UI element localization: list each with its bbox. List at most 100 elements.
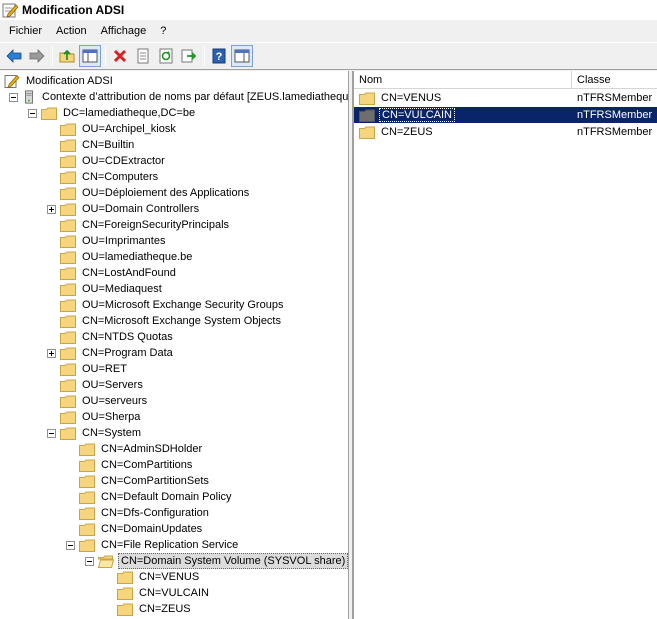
column-header-name[interactable]: Nom bbox=[354, 71, 572, 89]
tree-item[interactable]: OU=Domain Controllers bbox=[47, 201, 201, 217]
tree-item-domain[interactable]: DC=lamediatheque,DC=be bbox=[28, 105, 197, 121]
collapse-toggle[interactable] bbox=[28, 108, 37, 118]
folder-icon bbox=[79, 459, 95, 472]
tree-item[interactable]: OU=Sherpa bbox=[47, 409, 142, 425]
tree-item-label: CN=ZEUS bbox=[139, 603, 191, 615]
tree-item[interactable]: CN=NTDS Quotas bbox=[47, 329, 175, 345]
tree-item-label: OU=Sherpa bbox=[82, 411, 141, 423]
tree-item[interactable]: CN=Builtin bbox=[47, 137, 136, 153]
tree-item[interactable]: CN=Dfs-Configuration bbox=[79, 505, 211, 521]
forward-icon bbox=[29, 49, 45, 63]
tree-item[interactable]: CN=Computers bbox=[47, 169, 160, 185]
tree-item[interactable]: CN=ComPartitionSets bbox=[79, 473, 211, 489]
menu-fichier[interactable]: Fichier bbox=[2, 20, 49, 42]
folder-icon bbox=[41, 107, 57, 120]
tree-item[interactable]: CN=ComPartitions bbox=[79, 457, 194, 473]
folder-icon bbox=[60, 219, 76, 232]
tree-item[interactable]: OU=Mediaquest bbox=[47, 281, 164, 297]
tree-item[interactable]: OU=RET bbox=[47, 361, 129, 377]
collapse-toggle[interactable] bbox=[85, 556, 94, 566]
list-item-class: nTFRSMember bbox=[577, 92, 653, 104]
tree-item[interactable]: OU=lamediatheque.be bbox=[47, 249, 194, 265]
list-item-class: nTFRSMember bbox=[577, 109, 653, 121]
tree-item-frs[interactable]: CN=File Replication Service bbox=[66, 537, 240, 553]
collapse-toggle[interactable] bbox=[9, 92, 18, 102]
folder-icon bbox=[79, 491, 95, 504]
tree-item[interactable]: CN=ForeignSecurityPrincipals bbox=[47, 217, 231, 233]
expand-toggle[interactable] bbox=[47, 348, 56, 358]
tree-item[interactable]: OU=Archipel_kiosk bbox=[47, 121, 178, 137]
properties-button[interactable] bbox=[132, 45, 154, 67]
tree-item-label: CN=DomainUpdates bbox=[101, 523, 203, 535]
tree-item[interactable]: CN=AdminSDHolder bbox=[79, 441, 204, 457]
up-level-button[interactable] bbox=[56, 45, 78, 67]
tree-item[interactable]: OU=Microsoft Exchange Security Groups bbox=[47, 297, 285, 313]
tree-item[interactable]: CN=ZEUS bbox=[117, 601, 193, 617]
folder-icon bbox=[60, 251, 76, 264]
tree-item-label: OU=Mediaquest bbox=[82, 283, 162, 295]
list-item-name: CN=ZEUS bbox=[381, 126, 433, 138]
list-item[interactable]: CN=ZEUS nTFRSMember bbox=[354, 124, 657, 140]
tree-item[interactable]: OU=Servers bbox=[47, 377, 145, 393]
tree-item[interactable]: CN=Default Domain Policy bbox=[79, 489, 234, 505]
expand-toggle[interactable] bbox=[47, 204, 56, 214]
menu-bar: Fichier Action Affichage ? bbox=[0, 20, 657, 42]
list-item[interactable]: CN=VENUS nTFRSMember bbox=[354, 90, 657, 106]
folder-icon bbox=[60, 411, 76, 424]
back-icon bbox=[6, 49, 22, 63]
tree-item[interactable]: CN=Program Data bbox=[47, 345, 175, 361]
folder-icon bbox=[60, 235, 76, 248]
show-action-pane-button[interactable] bbox=[231, 45, 253, 67]
folder-icon bbox=[117, 587, 133, 600]
open-folder-icon bbox=[98, 555, 114, 568]
tree-item-label: OU=RET bbox=[82, 363, 127, 375]
tree-item-label: CN=Dfs-Configuration bbox=[101, 507, 209, 519]
folder-icon bbox=[60, 427, 76, 440]
tree-item-label: CN=VULCAIN bbox=[139, 587, 209, 599]
tree-item[interactable]: CN=VENUS bbox=[117, 569, 201, 585]
folder-icon bbox=[60, 283, 76, 296]
tree-item[interactable]: CN=DomainUpdates bbox=[79, 521, 204, 537]
menu-affichage[interactable]: Affichage bbox=[94, 20, 154, 42]
toolbar-separator bbox=[52, 46, 53, 66]
tree-item-label: OU=Microsoft Exchange Security Groups bbox=[82, 299, 284, 311]
tree-item[interactable]: CN=Microsoft Exchange System Objects bbox=[47, 313, 283, 329]
delete-button[interactable] bbox=[109, 45, 131, 67]
properties-icon bbox=[137, 48, 149, 64]
adsi-edit-icon bbox=[2, 3, 18, 18]
tree-item[interactable]: OU=Imprimantes bbox=[47, 233, 167, 249]
title-bar: Modification ADSI bbox=[0, 0, 657, 20]
collapse-toggle[interactable] bbox=[47, 428, 56, 438]
list-header: Nom Classe bbox=[354, 71, 657, 89]
tree-item-root[interactable]: Modification ADSI bbox=[4, 73, 115, 89]
menu-action[interactable]: Action bbox=[49, 20, 94, 42]
menu-help[interactable]: ? bbox=[153, 20, 173, 42]
tree-item-label: CN=NTDS Quotas bbox=[82, 331, 173, 343]
tree-item[interactable]: CN=VULCAIN bbox=[117, 585, 211, 601]
tree-item-label: OU=Domain Controllers bbox=[82, 203, 200, 215]
folder-icon bbox=[60, 203, 76, 216]
tree-item-system[interactable]: CN=System bbox=[47, 425, 143, 441]
back-button[interactable] bbox=[3, 45, 25, 67]
list-item-class: nTFRSMember bbox=[577, 126, 653, 138]
forward-button[interactable] bbox=[26, 45, 48, 67]
help-button[interactable]: ? bbox=[208, 45, 230, 67]
list-cell-name: CN=VENUS bbox=[354, 92, 572, 105]
tree-item[interactable]: OU=CDExtractor bbox=[47, 153, 167, 169]
column-header-class[interactable]: Classe bbox=[572, 71, 657, 89]
list-item[interactable]: CN=VULCAIN nTFRSMember bbox=[354, 107, 657, 123]
tree-item-context[interactable]: Contexte d’attribution de noms par défau… bbox=[9, 89, 348, 105]
tree-item[interactable]: OU=Déploiement des Applications bbox=[47, 185, 251, 201]
collapse-toggle[interactable] bbox=[66, 540, 75, 550]
refresh-button[interactable] bbox=[155, 45, 177, 67]
server-icon bbox=[25, 90, 33, 104]
tree-item-label: OU=Imprimantes bbox=[82, 235, 166, 247]
tree-item-label: OU=serveurs bbox=[82, 395, 148, 407]
show-tree-button[interactable] bbox=[79, 45, 101, 67]
tree-item-label: CN=ComPartitionSets bbox=[101, 475, 209, 487]
export-button[interactable] bbox=[178, 45, 200, 67]
tree-item[interactable]: CN=LostAndFound bbox=[47, 265, 178, 281]
toolbar: ? bbox=[0, 42, 657, 70]
tree-item[interactable]: OU=serveurs bbox=[47, 393, 149, 409]
tree-item-sysvol[interactable]: CN=Domain System Volume (SYSVOL share) bbox=[85, 553, 348, 569]
